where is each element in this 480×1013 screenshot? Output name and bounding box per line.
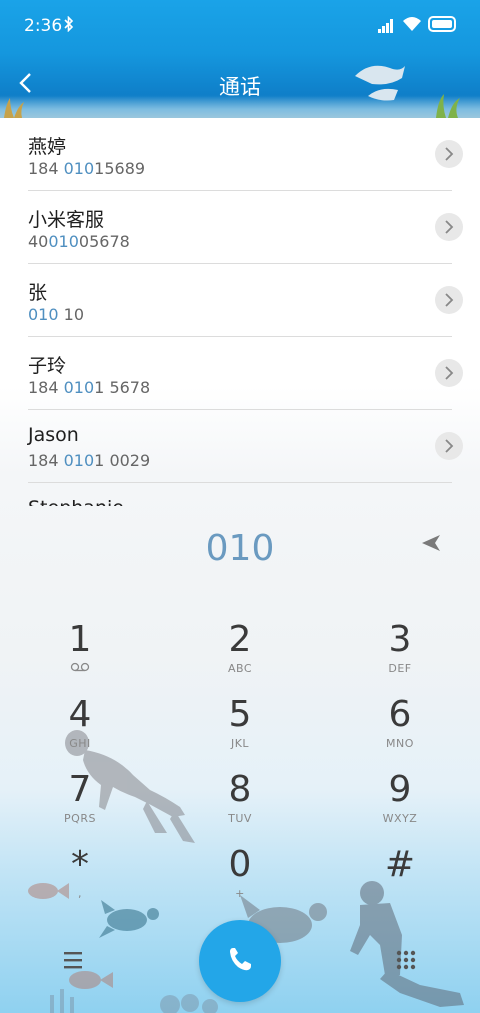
key-8[interactable]: 8 TUV	[180, 770, 300, 840]
key-letters: DEF	[388, 662, 412, 675]
chevron-right-icon[interactable]	[435, 432, 463, 460]
battery-icon	[428, 16, 456, 32]
key-1[interactable]: 1	[20, 620, 140, 690]
contact-name: 小米客服	[28, 209, 105, 231]
key-4[interactable]: 4 GHI	[20, 695, 140, 765]
list-item[interactable]: Jason 184 0101 0029	[0, 410, 480, 483]
key-letters: GHI	[69, 737, 91, 750]
contact-number: 010 10	[28, 305, 84, 324]
voicemail-icon	[20, 662, 140, 675]
number-match: 010	[48, 232, 79, 251]
keypad-icon[interactable]	[386, 940, 426, 980]
signal-icon	[378, 18, 396, 37]
number-match: 010	[63, 378, 95, 397]
key-6[interactable]: 6 MNO	[340, 695, 460, 765]
key-7[interactable]: 7 PQRS	[20, 770, 140, 840]
chevron-right-icon[interactable]	[435, 140, 463, 168]
key-digit: 8	[228, 769, 252, 810]
number-suffix: 15689	[94, 159, 146, 178]
key-digit: 5	[228, 694, 252, 735]
key-5[interactable]: 5 JKL	[180, 695, 300, 765]
key-0[interactable]: 0 +	[180, 845, 300, 915]
number-prefix: 184	[28, 451, 64, 470]
key-digit: 1	[68, 619, 92, 660]
number-suffix: 1 0029	[94, 451, 151, 470]
key-letters: PQRS	[64, 812, 96, 825]
number-suffix: 05678	[78, 232, 130, 251]
number-prefix: 40	[28, 232, 49, 251]
call-button[interactable]	[199, 920, 281, 1002]
key-letters: ,	[78, 887, 82, 900]
list-item[interactable]: 张 010 10	[0, 264, 480, 337]
list-item[interactable]: 小米客服 4001005678	[0, 191, 480, 264]
chevron-right-icon[interactable]	[435, 359, 463, 387]
key-letters: WXYZ	[382, 812, 418, 825]
contact-number: 4001005678	[28, 232, 130, 251]
page-title: 通话	[219, 75, 261, 99]
status-bar: 2:36	[0, 0, 480, 52]
number-prefix: 184	[28, 378, 64, 397]
list-item[interactable]: 子玲 184 0101 5678	[0, 337, 480, 410]
status-time: 2:36	[24, 16, 63, 36]
list-item[interactable]: 燕婷 184 01015689	[0, 118, 480, 191]
chevron-right-icon[interactable]	[435, 286, 463, 314]
chevron-right-icon[interactable]	[435, 213, 463, 241]
key-digit: 6	[388, 694, 412, 735]
contact-name: Jason	[28, 424, 79, 446]
key-3[interactable]: 3 DEF	[340, 620, 460, 690]
contact-number: 184 0101 5678	[28, 378, 150, 397]
key-letters: TUV	[228, 812, 252, 825]
key-letters: MNO	[386, 737, 414, 750]
contact-results-list[interactable]: 燕婷 184 01015689 小米客服 4001005678 张 010 10…	[0, 118, 480, 506]
contact-number: 184 0101 0029	[28, 451, 150, 470]
number-suffix: 10	[58, 305, 84, 324]
number-prefix: 184	[28, 159, 64, 178]
dialed-number: 010	[205, 528, 275, 569]
key-digit: 0	[228, 844, 252, 885]
key-digit: 3	[388, 619, 412, 660]
phone-icon	[226, 945, 254, 977]
key-hash[interactable]: #	[340, 845, 460, 915]
bluetooth-icon	[64, 15, 74, 36]
contact-name: Stephanie	[28, 497, 124, 506]
number-match: 010	[28, 305, 59, 324]
key-digit: 2	[228, 619, 252, 660]
contact-name: 张	[28, 282, 48, 304]
key-2[interactable]: 2 ABC	[180, 620, 300, 690]
number-match: 010	[63, 159, 95, 178]
delete-icon[interactable]	[418, 530, 444, 556]
key-digit: 7	[68, 769, 92, 810]
number-match: 010	[63, 451, 95, 470]
key-digit: 4	[68, 694, 92, 735]
key-digit: #	[384, 844, 416, 885]
key-letters: +	[235, 887, 245, 900]
key-digit: *	[71, 844, 89, 885]
contact-number: 184 01015689	[28, 159, 145, 178]
key-letters: JKL	[230, 737, 250, 750]
key-digit: 9	[388, 769, 412, 810]
menu-icon[interactable]	[54, 940, 94, 980]
key-letters: ABC	[227, 662, 253, 675]
list-item[interactable]: Stephanie	[0, 483, 480, 506]
number-suffix: 1 5678	[94, 378, 151, 397]
wifi-icon	[402, 16, 422, 36]
contact-name: 燕婷	[28, 136, 67, 158]
header-bar: 2:36 通话	[0, 0, 480, 118]
key-star[interactable]: * ,	[20, 845, 140, 915]
key-9[interactable]: 9 WXYZ	[340, 770, 460, 840]
contact-name: 子玲	[28, 355, 67, 377]
